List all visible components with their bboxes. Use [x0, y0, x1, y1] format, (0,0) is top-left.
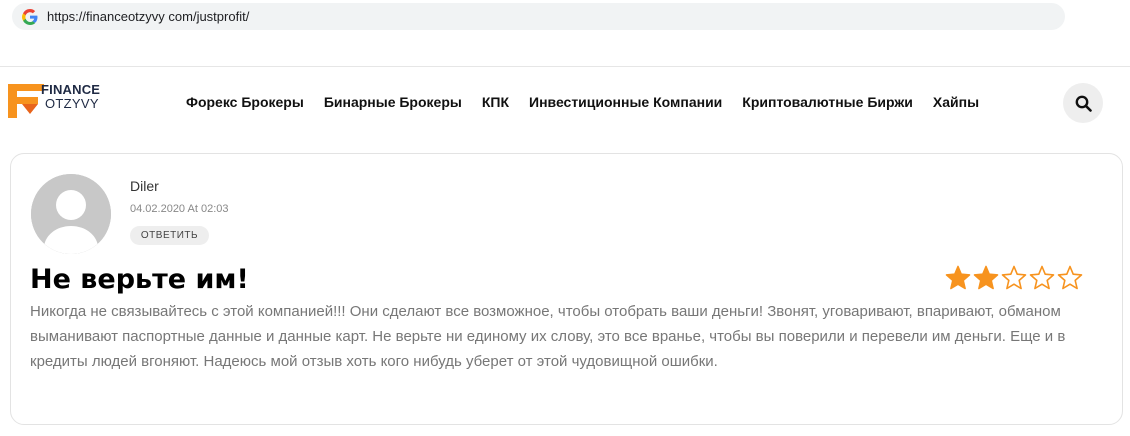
nav-item-investment[interactable]: Инвестиционные Компании: [529, 94, 722, 112]
logo-text-finance: FINANCE: [41, 82, 101, 97]
url-text[interactable]: https://financeotzyvy com/justprofit/: [47, 9, 249, 24]
user-icon: [31, 174, 111, 254]
logo-text-otzyvy: OTZYVY: [45, 96, 99, 111]
review-body: Никогда не связывайтесь с этой компанией…: [30, 303, 1066, 370]
search-button[interactable]: [1063, 83, 1103, 123]
reply-button[interactable]: ОТВЕТИТЬ: [130, 226, 209, 245]
avatar: [31, 174, 111, 254]
search-icon: [1075, 95, 1092, 112]
header-divider: [0, 66, 1130, 67]
star-filled-icon: [973, 265, 999, 290]
star-filled-icon: [945, 265, 971, 290]
rating-stars: [945, 265, 1083, 291]
google-g-icon: [21, 8, 39, 26]
review-date: 04.02.2020 At 02:03: [130, 203, 229, 215]
nav-item-binary[interactable]: Бинарные Брокеры: [324, 94, 462, 112]
nav-item-forex[interactable]: Форекс Брокеры: [186, 94, 304, 112]
main-nav: Форекс Брокеры Бинарные Брокеры КПК Инве…: [186, 94, 979, 112]
review-author: Diler: [130, 178, 159, 194]
address-bar[interactable]: https://financeotzyvy com/justprofit/: [12, 3, 1065, 30]
nav-item-crypto[interactable]: Криптовалютные Биржи: [742, 94, 913, 112]
site-logo[interactable]: FINANCE OTZYVY: [8, 82, 120, 120]
nav-item-kpk[interactable]: КПК: [482, 94, 509, 112]
review-title: Не верьте им!: [30, 264, 249, 295]
review-card: Diler 04.02.2020 At 02:03 ОТВЕТИТЬ Не ве…: [10, 153, 1123, 425]
nav-item-hyip[interactable]: Хайпы: [933, 94, 979, 112]
star-empty-icon: [1057, 265, 1083, 290]
star-empty-icon: [1001, 265, 1027, 290]
star-empty-icon: [1029, 265, 1055, 290]
